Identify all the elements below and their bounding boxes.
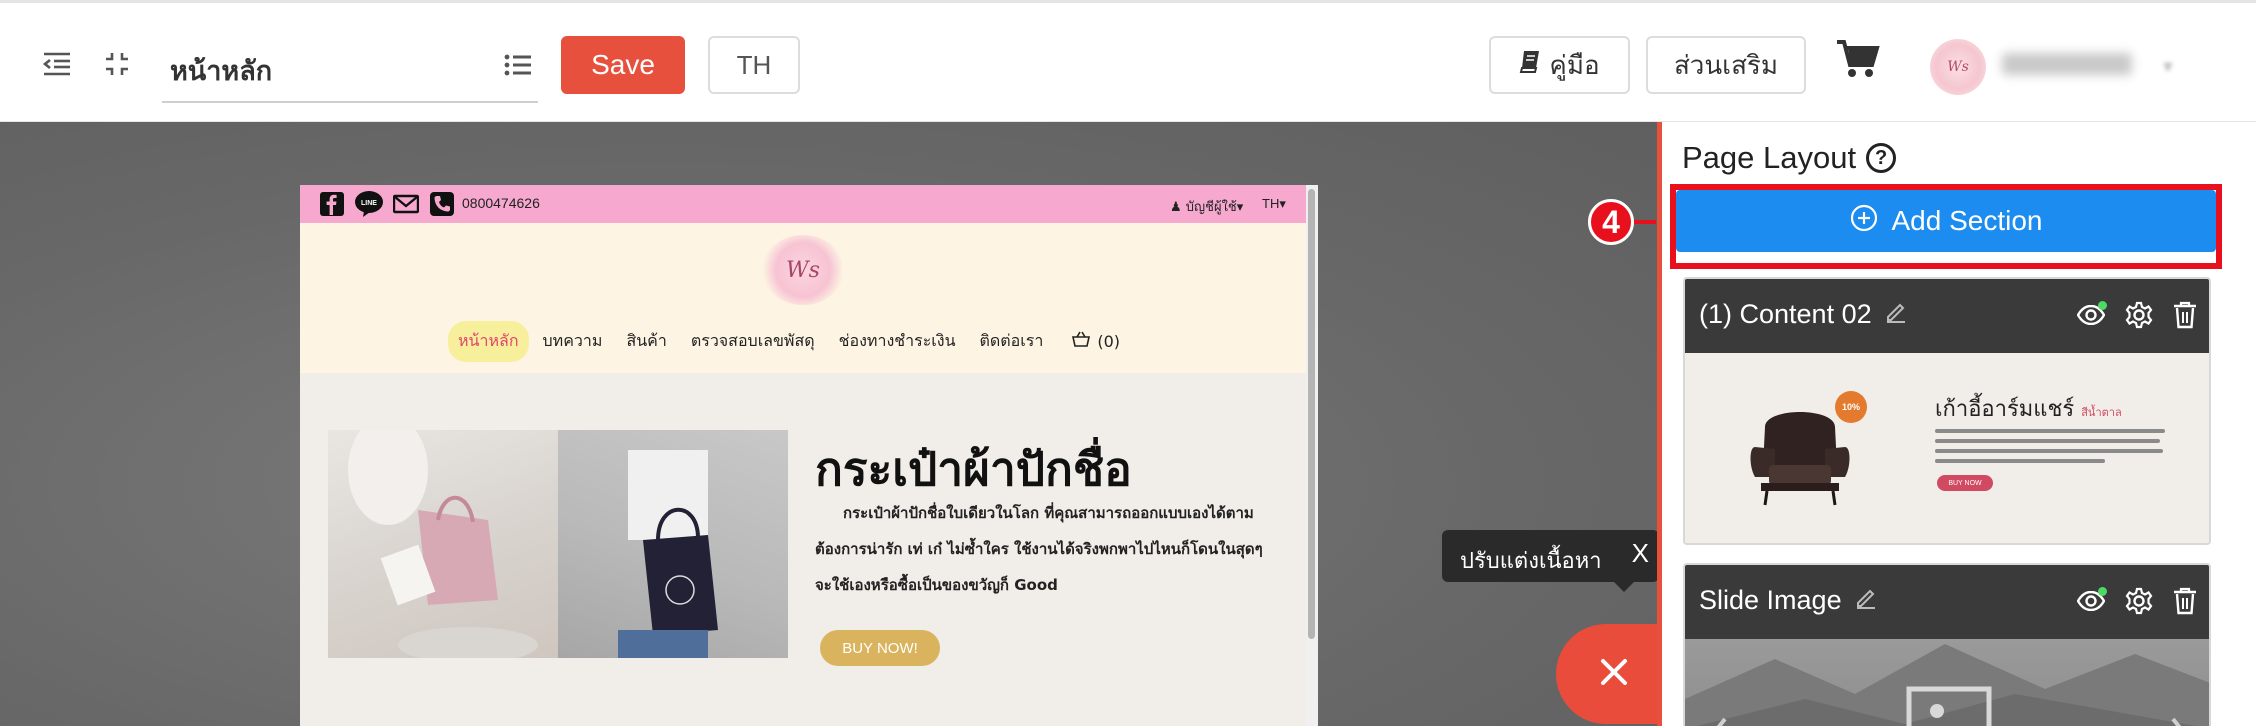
top-toolbar: หน้าหลัก Save TH คู่มือ ส่วนเสริม Ws ▼	[0, 0, 2256, 122]
section-name-text: (1) Content 02	[1699, 299, 1872, 329]
slide-image-placeholder	[1685, 644, 2209, 726]
preview-nav: หน้าหลัก บทความ สินค้า ตรวจสอบเลขพัสดุ ช…	[448, 320, 1168, 362]
preview-nav-item[interactable]: ตรวจสอบเลขพัสดุ	[681, 321, 825, 362]
caret-icon: ▾	[1236, 200, 1244, 215]
section-name-text: Slide Image	[1699, 585, 1842, 615]
visibility-eye-icon[interactable]	[2076, 301, 2107, 330]
preview-nav-item[interactable]: ติดต่อเรา	[970, 321, 1054, 362]
addon-button[interactable]: ส่วนเสริม	[1646, 36, 1806, 94]
collapse-sidebar-icon[interactable]	[40, 47, 74, 81]
page-layout-panel: Page Layout ? 4 Add Section (1) Content …	[1588, 122, 2256, 726]
preview-topbar: LINE 0800474626 ♟ บัญชีผู้ใช้▾ TH▾	[300, 185, 1306, 223]
list-icon	[504, 53, 532, 82]
user-icon: ♟	[1170, 200, 1182, 215]
tooltip-close-button[interactable]: X	[1632, 538, 1649, 569]
section-name: Slide Image	[1699, 585, 1878, 616]
thumb-buy-button: BUY NOW	[1937, 475, 1993, 491]
customize-tooltip: ปรับแต่งเนื้อหา X	[1442, 530, 1659, 592]
preview-nav-item[interactable]: หน้าหลัก	[448, 320, 529, 362]
scrollbar-thumb[interactable]	[1308, 189, 1315, 639]
visible-status-dot	[2098, 301, 2107, 310]
preview-account-label: บัญชีผู้ใช้	[1185, 200, 1237, 215]
panel-title-text: Page Layout	[1682, 140, 1857, 175]
section-actions	[2076, 587, 2197, 620]
preview-cart[interactable]: (0)	[1071, 331, 1120, 351]
preview-nav-item[interactable]: ช่องทางชำระเงิน	[829, 321, 966, 362]
editor-canvas: LINE 0800474626 ♟ บัญชีผู้ใช้▾ TH▾ Ws หน…	[0, 122, 1671, 726]
visible-status-dot	[2098, 587, 2107, 596]
preview-cart-count: (0)	[1097, 331, 1120, 351]
page-selector[interactable]: หน้าหลัก	[162, 33, 538, 103]
manual-button[interactable]: คู่มือ	[1489, 36, 1630, 94]
discount-badge: 10%	[1835, 391, 1867, 423]
hero-description: กระเป๋าผ้าปักชื่อใบเดียวในโลก ที่คุณสามา…	[815, 495, 1265, 603]
preview-nav-item[interactable]: สินค้า	[616, 321, 676, 362]
panel-title: Page Layout ?	[1682, 140, 1897, 176]
close-icon	[1600, 658, 1628, 691]
preview-logo[interactable]: Ws	[762, 235, 844, 305]
section-name: (1) Content 02	[1699, 299, 1908, 330]
help-icon[interactable]: ?	[1866, 143, 1897, 173]
section-actions	[2076, 301, 2197, 334]
armchair-image: 10%	[1745, 391, 1867, 507]
thumb-subtitle: สีน้ำตาล	[2081, 406, 2122, 419]
section-card[interactable]: (1) Content 02 10% เก้าอี้อาร์มแชร์ สีน้…	[1683, 277, 2211, 545]
book-icon	[1519, 50, 1541, 81]
hero-image-right	[558, 430, 788, 658]
tooltip-arrow	[1614, 582, 1634, 592]
settings-gear-icon[interactable]	[2125, 301, 2153, 334]
basket-icon	[1071, 331, 1091, 351]
buy-now-button[interactable]: BUY NOW!	[820, 630, 940, 666]
section-thumbnail	[1685, 639, 2209, 726]
plus-circle-icon	[1850, 204, 1878, 239]
edit-pencil-icon[interactable]	[1854, 585, 1878, 616]
preview-header: Ws หน้าหลัก บทความ สินค้า ตรวจสอบเลขพัสด…	[300, 223, 1306, 373]
chevron-down-icon: ▼	[2160, 59, 2176, 76]
fullscreen-icon[interactable]	[100, 47, 134, 81]
line-icon[interactable]: LINE	[354, 190, 384, 218]
thumb-title-text: เก้าอี้อาร์มแชร์	[1935, 397, 2075, 422]
thumb-text-lines	[1935, 429, 2165, 469]
site-preview[interactable]: LINE 0800474626 ♟ บัญชีผู้ใช้▾ TH▾ Ws หน…	[300, 185, 1318, 726]
save-button[interactable]: Save	[561, 36, 685, 94]
user-name-blurred	[2002, 53, 2132, 75]
edit-pencil-icon[interactable]	[1884, 299, 1908, 330]
hero-image	[328, 415, 788, 663]
preview-phone: 0800474626	[462, 195, 540, 211]
visibility-eye-icon[interactable]	[2076, 587, 2107, 616]
preview-lang-menu[interactable]: TH▾	[1262, 196, 1286, 212]
user-menu[interactable]: Ws ▼	[1906, 29, 2206, 105]
cart-icon[interactable]	[1836, 39, 1880, 84]
add-section-button[interactable]: Add Section	[1676, 190, 2216, 252]
settings-gear-icon[interactable]	[2125, 587, 2153, 620]
manual-label: คู่มือ	[1549, 50, 1600, 81]
language-button[interactable]: TH	[708, 36, 800, 94]
close-fab-button[interactable]	[1556, 624, 1671, 724]
step-indicator-line	[1632, 220, 1656, 224]
thumb-title: เก้าอี้อาร์มแชร์ สีน้ำตาล	[1935, 391, 2122, 426]
add-section-label: Add Section	[1891, 205, 2043, 236]
tooltip-text: ปรับแต่งเนื้อหา	[1460, 549, 1602, 574]
page-selector-label: หน้าหลัก	[170, 56, 273, 87]
mail-icon[interactable]	[392, 190, 420, 218]
step-badge: 4	[1588, 199, 1634, 245]
preview-nav-item[interactable]: บทความ	[533, 321, 613, 362]
facebook-icon[interactable]	[318, 190, 346, 218]
section-card[interactable]: Slide Image	[1683, 563, 2211, 726]
avatar: Ws	[1930, 39, 1986, 95]
section-card-header: Slide Image	[1685, 565, 2209, 639]
preview-lang-label: TH	[1262, 196, 1280, 211]
phone-icon[interactable]	[428, 190, 456, 218]
hero-image-left	[328, 415, 558, 663]
preview-account-menu[interactable]: ♟ บัญชีผู้ใช้▾	[1170, 196, 1243, 217]
preview-scrollbar[interactable]	[1306, 185, 1318, 726]
caret-icon: ▾	[1279, 196, 1286, 211]
section-card-header: (1) Content 02	[1685, 279, 2209, 353]
trash-icon[interactable]	[2173, 587, 2197, 620]
trash-icon[interactable]	[2173, 301, 2197, 334]
section-thumbnail: 10% เก้าอี้อาร์มแชร์ สีน้ำตาล BUY NOW	[1685, 353, 2209, 543]
hero-description-text: กระเป๋าผ้าปักชื่อใบเดียวในโลก ที่คุณสามา…	[815, 504, 1263, 594]
svg-text:LINE: LINE	[361, 200, 377, 207]
